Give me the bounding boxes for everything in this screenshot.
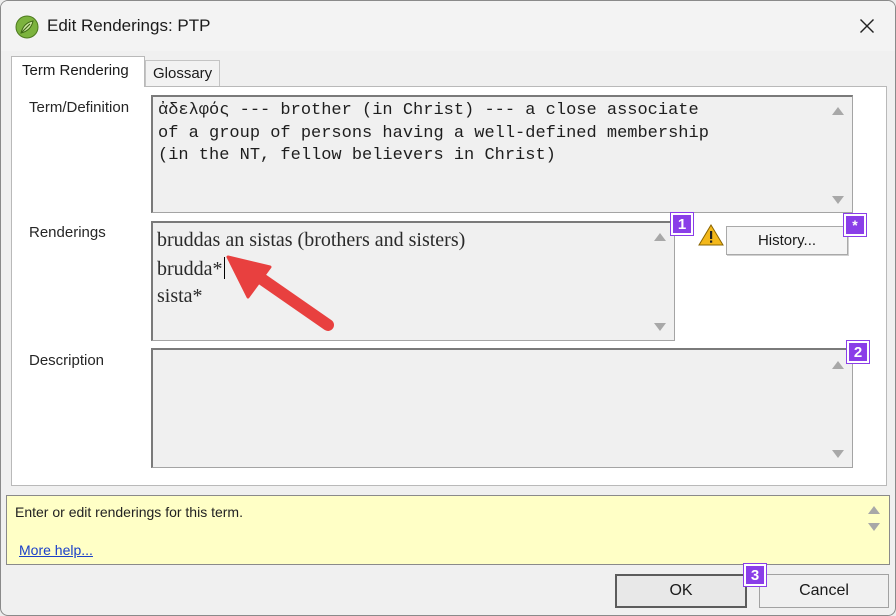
scroll-up-arrow[interactable] <box>654 233 666 241</box>
close-button[interactable] <box>847 7 887 45</box>
callout-badge-1: 1 <box>671 213 693 235</box>
term-line: (in the NT, fellow believers in Christ) <box>158 146 556 165</box>
rendering-line-text: brudda* <box>157 258 223 280</box>
title-bar: Edit Renderings: PTP <box>1 1 895 51</box>
history-button[interactable]: History... <box>726 226 848 255</box>
callout-arrow-icon <box>226 255 334 331</box>
close-icon <box>860 19 874 33</box>
scroll-up-arrow[interactable] <box>832 361 844 369</box>
window-title: Edit Renderings: PTP <box>47 16 211 35</box>
term-definition-label: Term/Definition <box>29 99 130 116</box>
renderings-label: Renderings <box>29 224 106 241</box>
scroll-down-arrow[interactable] <box>832 196 844 204</box>
more-help-link[interactable]: More help... <box>19 542 93 558</box>
text-cursor <box>223 257 225 279</box>
edit-renderings-dialog: Edit Renderings: PTP Glossary Term Rende… <box>0 0 896 616</box>
warning-icon <box>698 224 724 246</box>
rendering-line: bruddas an sistas (brothers and sisters) <box>157 229 466 251</box>
scroll-up-arrow[interactable] <box>832 107 844 115</box>
callout-badge-3: 3 <box>744 564 766 586</box>
help-panel: Enter or edit renderings for this term. … <box>6 495 890 565</box>
description-input[interactable] <box>151 348 853 468</box>
rendering-line: sista* <box>157 285 203 307</box>
scroll-down-arrow[interactable] <box>868 523 880 531</box>
tab-term-rendering[interactable]: Term Rendering <box>11 56 145 87</box>
scroll-up-arrow[interactable] <box>868 506 880 514</box>
leaf-icon <box>15 15 39 39</box>
callout-badge-2: 2 <box>847 341 869 363</box>
scroll-down-arrow[interactable] <box>832 450 844 458</box>
scroll-down-arrow[interactable] <box>654 323 666 331</box>
cancel-button[interactable]: Cancel <box>759 574 889 608</box>
term-definition-box: ἀδελφός --- brother (in Christ) --- a cl… <box>151 95 853 213</box>
tab-glossary[interactable]: Glossary <box>145 60 220 87</box>
help-text: Enter or edit renderings for this term. <box>15 504 243 520</box>
term-line: ἀδελφός --- brother (in Christ) --- a cl… <box>158 101 699 120</box>
rendering-line-active: brudda* <box>157 257 225 281</box>
description-label: Description <box>29 352 105 369</box>
ok-button[interactable]: OK <box>615 574 747 608</box>
term-line: of a group of persons having a well-defi… <box>158 123 709 143</box>
callout-badge-history: * <box>844 214 866 236</box>
term-definition-text: ἀδελφός --- brother (in Christ) --- a cl… <box>158 100 818 168</box>
